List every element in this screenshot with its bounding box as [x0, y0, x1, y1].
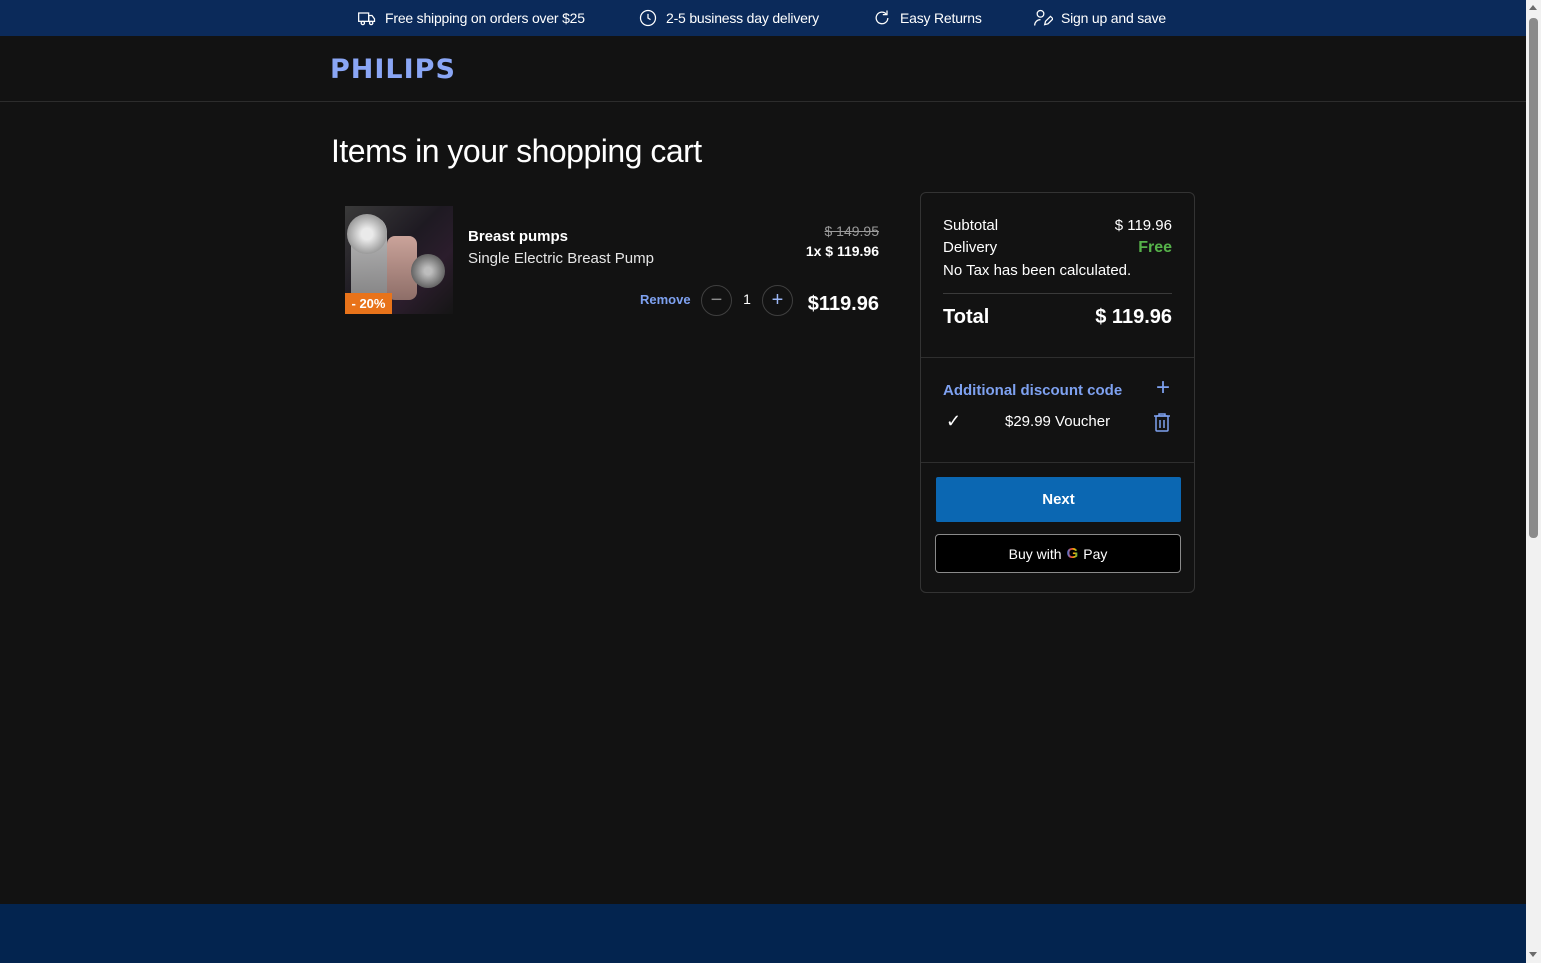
- philips-logo[interactable]: PHILIPS: [330, 54, 456, 85]
- tax-note: No Tax has been calculated.: [943, 262, 1132, 279]
- delivery-row: Delivery Free: [943, 239, 1172, 257]
- total-row: Total $ 119.96: [943, 306, 1172, 329]
- google-g-icon: G: [1066, 545, 1079, 562]
- next-button[interactable]: Next: [936, 477, 1181, 522]
- section-divider: [921, 357, 1194, 358]
- voucher-label: $29.99 Voucher: [1005, 413, 1111, 430]
- promo-shipping: Free shipping on orders over $25: [357, 0, 585, 36]
- order-summary: Subtotal $ 119.96 Delivery Free No Tax h…: [920, 192, 1195, 593]
- scroll-thumb[interactable]: [1529, 18, 1538, 538]
- promo-delivery: 2-5 business day delivery: [638, 0, 819, 36]
- subtotal-value: $ 119.96: [1114, 217, 1172, 234]
- site-footer: [0, 904, 1526, 963]
- page-title: Items in your shopping cart: [331, 133, 702, 169]
- line-total: $119.96: [807, 293, 879, 315]
- discount-badge: - 20%: [345, 293, 392, 314]
- delivery-label: Delivery: [943, 239, 998, 256]
- remove-item-link[interactable]: Remove: [640, 292, 691, 307]
- site-header: PHILIPS: [0, 36, 1526, 102]
- promo-returns: Easy Returns: [872, 0, 982, 36]
- add-discount-icon[interactable]: +: [1153, 376, 1173, 400]
- refresh-icon: [875, 10, 889, 25]
- trash-icon[interactable]: [1153, 412, 1171, 432]
- gpay-prefix: Buy with: [1008, 545, 1062, 562]
- clock-icon: [639, 9, 657, 27]
- old-price: $ 149.95: [824, 223, 880, 239]
- promo-signup-text[interactable]: Sign up and save: [1061, 10, 1166, 26]
- summary-divider: [943, 293, 1172, 294]
- pump-flange-shape: [347, 214, 387, 254]
- pump-shield-shape: [411, 254, 445, 288]
- delivery-value: Free: [1138, 239, 1172, 256]
- google-pay-button[interactable]: Buy with G Pay: [935, 534, 1181, 573]
- scroll-down-arrow-icon[interactable]: [1529, 952, 1537, 957]
- total-label: Total: [943, 306, 990, 328]
- vertical-scrollbar[interactable]: [1526, 0, 1541, 963]
- product-name[interactable]: Single Electric Breast Pump: [468, 250, 654, 267]
- truck-icon: [358, 12, 376, 26]
- promo-signup[interactable]: Sign up and save: [1033, 0, 1166, 36]
- total-value: $ 119.96: [1095, 306, 1172, 328]
- gpay-pay-text: Pay: [1083, 545, 1108, 562]
- user-pen-icon: [1034, 9, 1053, 26]
- promo-delivery-text: 2-5 business day delivery: [666, 10, 819, 26]
- discount-code-toggle[interactable]: Additional discount code: [943, 382, 1122, 399]
- section-divider: [921, 462, 1194, 463]
- product-category: Breast pumps: [468, 228, 569, 245]
- unit-price: 1x $ 119.96: [805, 243, 879, 259]
- subtotal-row: Subtotal $ 119.96: [943, 217, 1172, 234]
- promo-shipping-text: Free shipping on orders over $25: [385, 10, 585, 26]
- subtotal-label: Subtotal: [943, 217, 999, 234]
- checkmark-icon: ✓: [946, 411, 962, 431]
- quantity-value: 1: [743, 291, 751, 307]
- scroll-up-arrow-icon[interactable]: [1529, 5, 1537, 10]
- promo-returns-text: Easy Returns: [900, 10, 982, 26]
- decrease-quantity-button[interactable]: −: [701, 285, 732, 316]
- promo-bar: Free shipping on orders over $25 2-5 bus…: [0, 0, 1526, 36]
- increase-quantity-button[interactable]: +: [762, 285, 793, 316]
